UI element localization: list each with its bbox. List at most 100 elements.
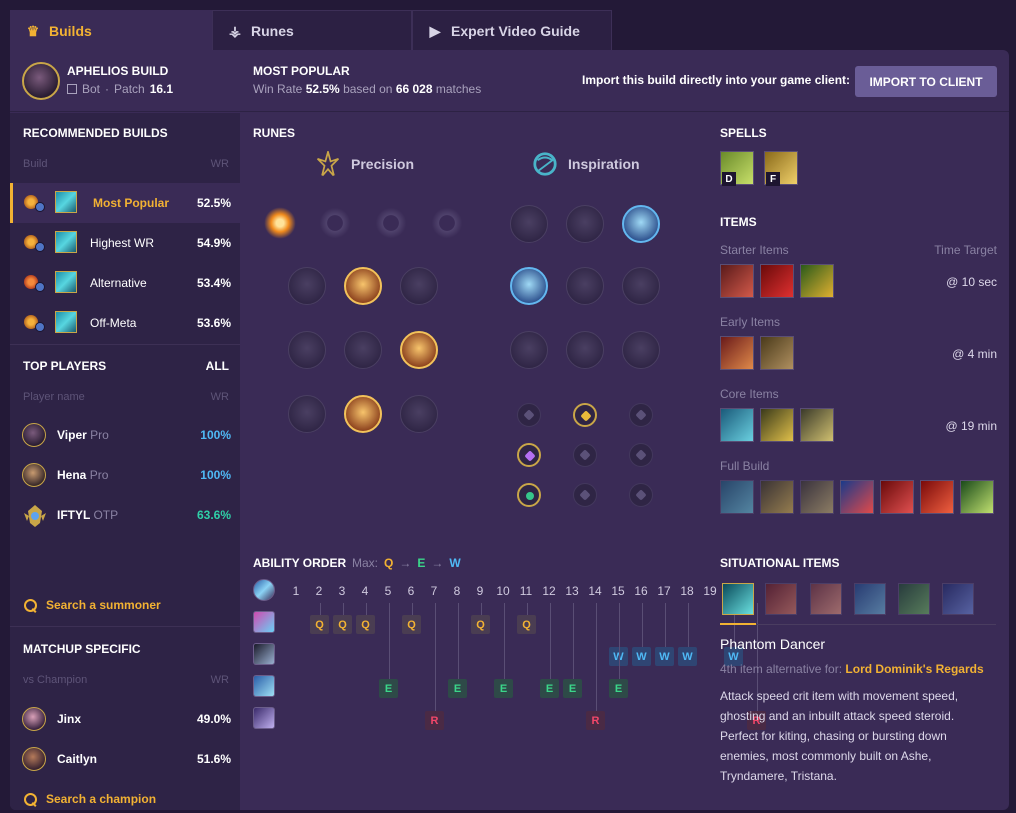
player-row-iftyl[interactable]: IFTYL OTP 63.6% bbox=[10, 495, 240, 535]
level-guide-line bbox=[458, 603, 459, 679]
rune-first-strike[interactable] bbox=[622, 205, 660, 243]
tab-label: Builds bbox=[49, 22, 92, 39]
rune-coup-de-grace[interactable] bbox=[288, 395, 326, 433]
item-dorans-blade[interactable] bbox=[720, 264, 754, 298]
level-guide-line bbox=[573, 603, 574, 679]
e-skill-point: E bbox=[563, 679, 582, 698]
col-player-name: Player name bbox=[23, 391, 85, 403]
rune-cut-down[interactable] bbox=[344, 395, 382, 433]
rune-legend-haste[interactable] bbox=[344, 331, 382, 369]
e-skill-point: E bbox=[540, 679, 559, 698]
rune-legend-alacrity[interactable] bbox=[288, 331, 326, 369]
rune-last-stand[interactable] bbox=[400, 395, 438, 433]
situational-item-5[interactable] bbox=[898, 583, 930, 615]
top-players-all-link[interactable]: ALL bbox=[206, 359, 229, 373]
shard-health-scaling[interactable] bbox=[629, 443, 653, 467]
level-number: 16 bbox=[634, 584, 648, 598]
keystone-lethal-tempo[interactable] bbox=[317, 205, 353, 241]
item-full-3[interactable] bbox=[800, 480, 834, 514]
rune-time-warp-tonic[interactable] bbox=[510, 331, 548, 369]
keystone-press-the-attack[interactable] bbox=[262, 205, 298, 241]
import-to-client-button[interactable]: IMPORT TO CLIENT bbox=[855, 66, 997, 97]
item-full-6[interactable] bbox=[920, 480, 954, 514]
keystone-fleet-footwork[interactable] bbox=[373, 205, 409, 241]
situational-item-phantom-dancer[interactable] bbox=[722, 583, 754, 615]
item-full-7[interactable] bbox=[960, 480, 994, 514]
champion-name: Caitlyn bbox=[57, 752, 98, 766]
spell-cleanse[interactable]: D bbox=[720, 151, 754, 186]
rune-triumph[interactable] bbox=[344, 267, 382, 305]
max-first: Q bbox=[384, 556, 394, 570]
rune-unsealed-spellbook[interactable] bbox=[566, 205, 604, 243]
alt-item-link[interactable]: Lord Dominik's Regards bbox=[845, 662, 983, 676]
tab-label: Runes bbox=[251, 22, 294, 39]
level-guide-line bbox=[412, 603, 413, 615]
rune-cash-back[interactable] bbox=[566, 267, 604, 305]
spell-flash[interactable]: F bbox=[764, 151, 798, 186]
player-row-viper[interactable]: Viper Pro 100% bbox=[10, 415, 240, 455]
build-name: Most Popular bbox=[93, 196, 170, 210]
rune-absorb-life[interactable] bbox=[288, 267, 326, 305]
shard-tenacity[interactable] bbox=[573, 483, 597, 507]
item-full-5[interactable] bbox=[880, 480, 914, 514]
q-ability-icon bbox=[253, 611, 275, 633]
item-full-2[interactable] bbox=[760, 480, 794, 514]
item-boots[interactable] bbox=[760, 336, 794, 370]
build-row-highest-wr[interactable]: Highest WR 54.9% bbox=[10, 223, 240, 263]
level-number: 8 bbox=[453, 584, 461, 598]
item-icon bbox=[55, 191, 77, 213]
search-summoner-link[interactable]: Search a summoner bbox=[24, 598, 161, 612]
shard-attack-speed[interactable] bbox=[573, 403, 597, 427]
rune-biscuit-delivery[interactable] bbox=[566, 331, 604, 369]
rune-triple-tonic[interactable] bbox=[622, 267, 660, 305]
r-ability-icon bbox=[253, 707, 275, 729]
player-row-hena[interactable]: Hena Pro 100% bbox=[10, 455, 240, 495]
keystone-conqueror[interactable] bbox=[429, 205, 465, 241]
item-infinity-edge[interactable] bbox=[800, 408, 834, 442]
matchup-row-caitlyn[interactable]: Caitlyn 51.6% bbox=[10, 739, 240, 779]
tab-builds[interactable]: ♛ Builds bbox=[10, 10, 212, 50]
shard-adaptive-flex[interactable] bbox=[517, 443, 541, 467]
tab-runes[interactable]: ⚶ Runes bbox=[212, 10, 412, 50]
build-name: Off-Meta bbox=[90, 316, 137, 330]
e-skill-point: E bbox=[494, 679, 513, 698]
level-guide-line bbox=[688, 603, 689, 647]
shard-adaptive[interactable] bbox=[517, 403, 541, 427]
item-yun-tal[interactable] bbox=[720, 408, 754, 442]
rune-magical-footwear[interactable] bbox=[510, 267, 548, 305]
build-row-off-meta[interactable]: Off-Meta 53.6% bbox=[10, 303, 240, 343]
build-subtitle: Bot · Patch 16.1 bbox=[67, 82, 173, 96]
search-champion-link[interactable]: Search a champion bbox=[24, 792, 156, 806]
col-vs-champion: vs Champion bbox=[23, 674, 88, 686]
situational-item-6[interactable] bbox=[942, 583, 974, 615]
situational-item-2[interactable] bbox=[765, 583, 797, 615]
champion-name: Jinx bbox=[57, 712, 82, 726]
item-full-1[interactable] bbox=[720, 480, 754, 514]
shard-health-scaling-2[interactable] bbox=[629, 483, 653, 507]
build-row-alternative[interactable]: Alternative 53.4% bbox=[10, 263, 240, 303]
rune-presence-of-mind[interactable] bbox=[400, 267, 438, 305]
item-full-4[interactable] bbox=[840, 480, 874, 514]
level-guide-line bbox=[527, 603, 528, 615]
item-health-potion[interactable] bbox=[760, 264, 794, 298]
rune-approach-velocity[interactable] bbox=[622, 331, 660, 369]
situational-item-4[interactable] bbox=[854, 583, 886, 615]
shard-ability-haste[interactable] bbox=[629, 403, 653, 427]
level-guide-line bbox=[343, 603, 344, 615]
passive-icon bbox=[253, 579, 275, 601]
level-number: 15 bbox=[611, 584, 625, 598]
shard-health[interactable] bbox=[517, 483, 541, 507]
matchup-row-jinx[interactable]: Jinx 49.0% bbox=[10, 699, 240, 739]
item-berserkers-greaves[interactable] bbox=[760, 408, 794, 442]
shard-move-speed[interactable] bbox=[573, 443, 597, 467]
item-stealth-ward[interactable] bbox=[800, 264, 834, 298]
max-second: E bbox=[417, 556, 426, 570]
w-skill-point: W bbox=[678, 647, 697, 666]
build-row-most-popular[interactable]: Most Popular 52.5% bbox=[10, 183, 240, 223]
rune-glacial-augment[interactable] bbox=[510, 205, 548, 243]
tab-expert-video-guide[interactable]: ▶ Expert Video Guide bbox=[412, 10, 612, 50]
rune-legend-bloodline[interactable] bbox=[400, 331, 438, 369]
situational-item-3[interactable] bbox=[810, 583, 842, 615]
item-bf-sword[interactable] bbox=[720, 336, 754, 370]
secondary-tree-heading: Inspiration bbox=[532, 151, 640, 177]
